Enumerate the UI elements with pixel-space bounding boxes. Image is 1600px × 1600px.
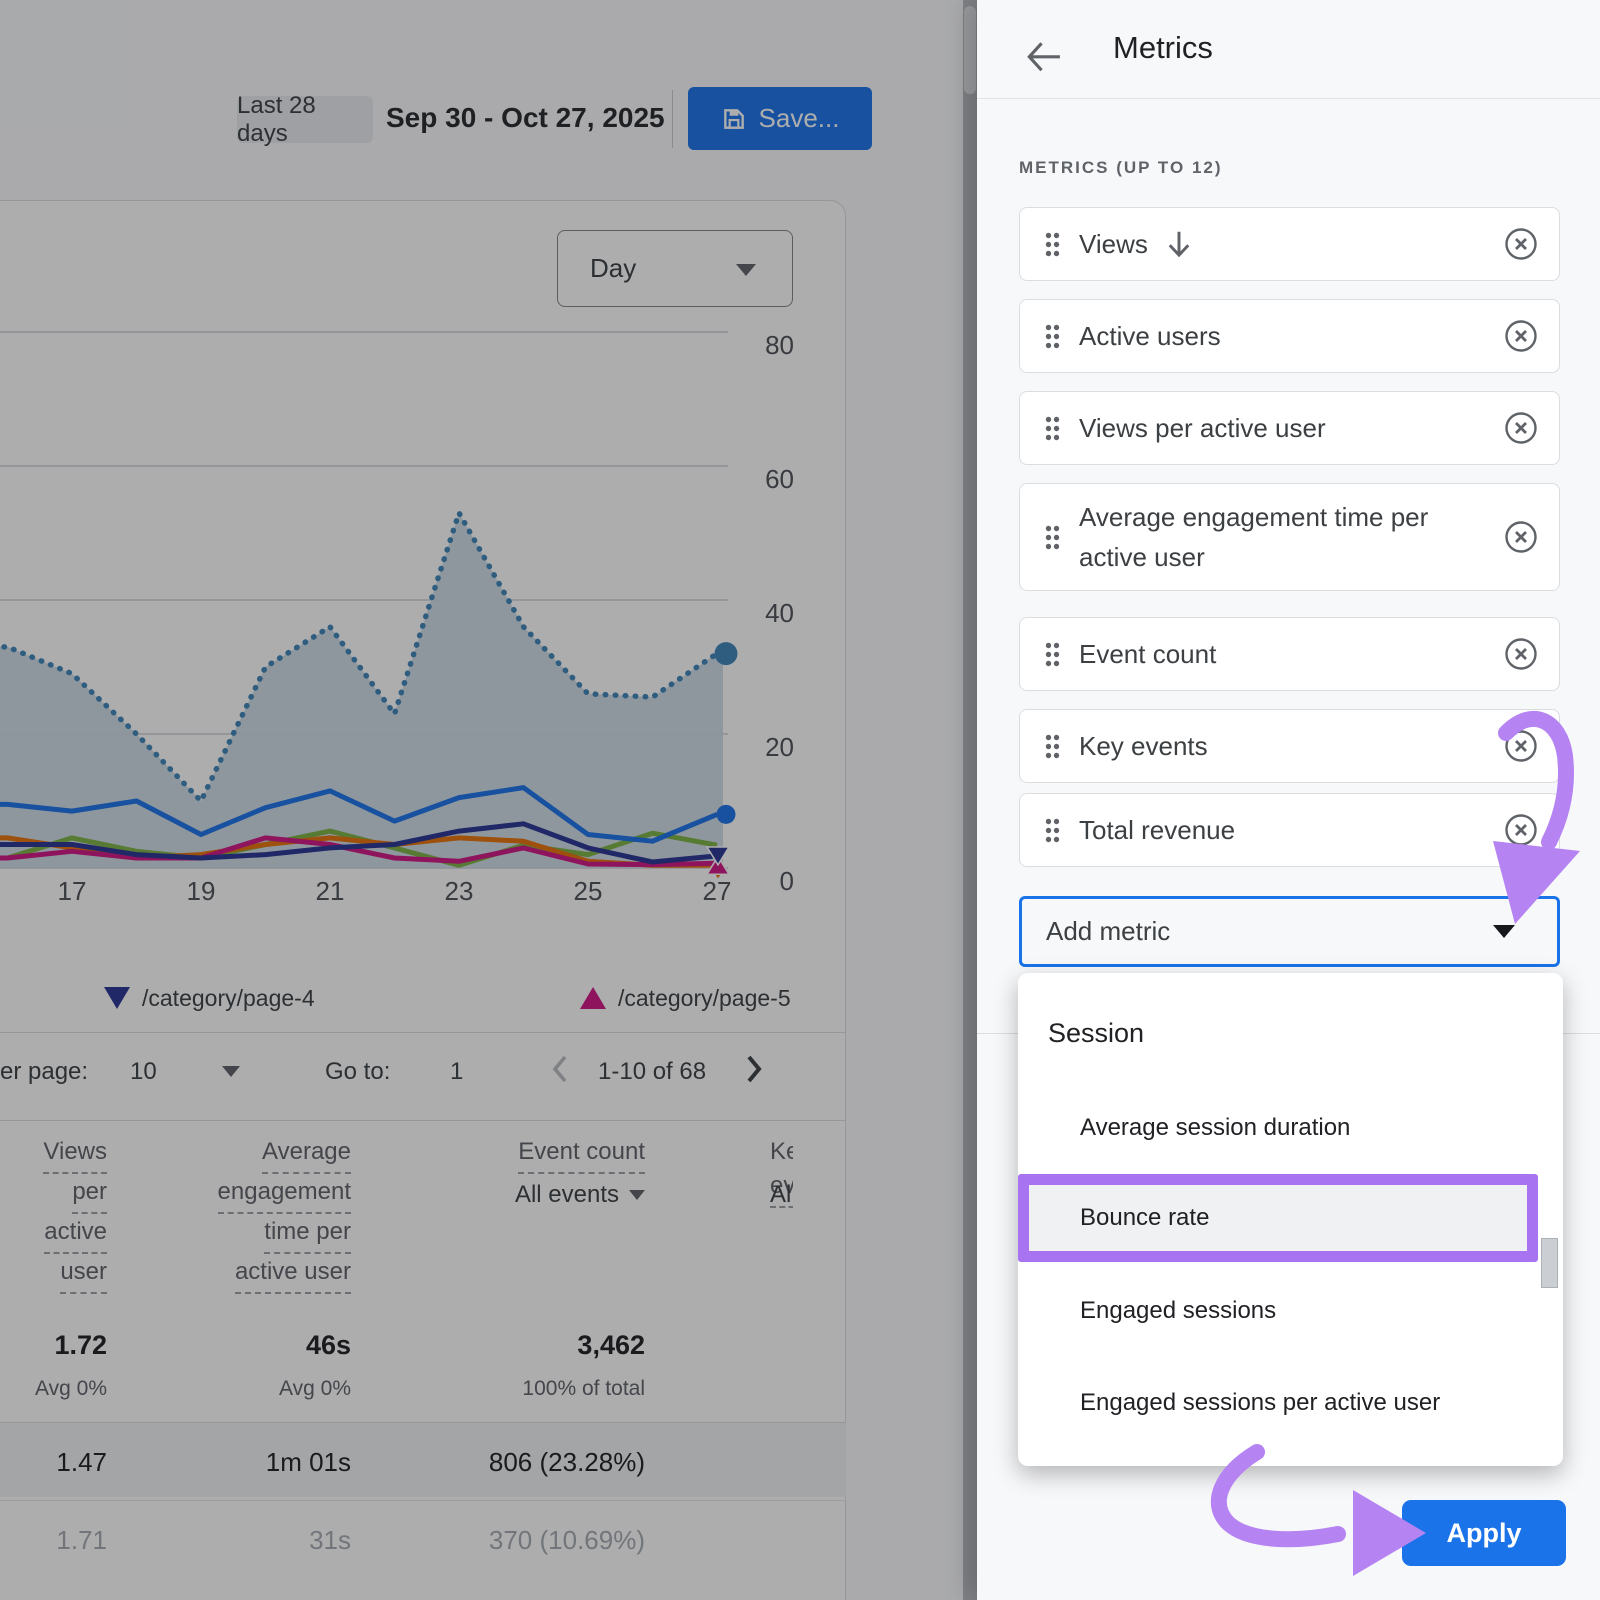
panel-title: Metrics xyxy=(1113,30,1213,66)
remove-metric-icon[interactable] xyxy=(1503,812,1539,848)
sort-descending-icon xyxy=(1164,228,1194,260)
metric-label: Total revenue xyxy=(1079,815,1235,846)
drag-handle-icon[interactable] xyxy=(1044,415,1061,442)
modal-scrim[interactable] xyxy=(0,0,977,1600)
metric-card-views[interactable]: Views xyxy=(1019,207,1560,281)
remove-metric-icon[interactable] xyxy=(1503,226,1539,262)
metric-label: Views xyxy=(1079,229,1148,260)
metric-card-avg-engagement-time[interactable]: Average engagement time per active user xyxy=(1019,483,1560,591)
dropdown-item-label: Bounce rate xyxy=(1080,1204,1209,1232)
metric-card-total-revenue[interactable]: Total revenue xyxy=(1019,793,1560,867)
drag-handle-icon[interactable] xyxy=(1044,641,1061,668)
metric-card-key-events[interactable]: Key events xyxy=(1019,709,1560,783)
metric-label: Active users xyxy=(1079,321,1221,352)
drag-handle-icon[interactable] xyxy=(1044,817,1061,844)
report-area: Last 28 days Sep 30 - Oct 27, 2025 Save.… xyxy=(0,0,977,1600)
metrics-section-label: METRICS (UP TO 12) xyxy=(1019,158,1223,178)
metric-label: Average engagement time per active user xyxy=(1079,497,1469,577)
remove-metric-icon[interactable] xyxy=(1503,410,1539,446)
scrollbar-thumb[interactable] xyxy=(1541,1238,1558,1288)
add-metric-select[interactable]: Add metric xyxy=(1019,896,1560,967)
remove-metric-icon[interactable] xyxy=(1503,318,1539,354)
metric-card-views-per-active-user[interactable]: Views per active user xyxy=(1019,391,1560,465)
dropdown-group-session: Session xyxy=(1048,1018,1144,1049)
metric-label: Event count xyxy=(1079,639,1216,670)
ga-screenshot: Last 28 days Sep 30 - Oct 27, 2025 Save.… xyxy=(0,0,1600,1600)
dropdown-item-avg-session-duration[interactable]: Average session duration xyxy=(1080,1114,1350,1142)
dropdown-item-engaged-sessions[interactable]: Engaged sessions xyxy=(1080,1297,1276,1325)
metric-card-event-count[interactable]: Event count xyxy=(1019,617,1560,691)
dropdown-item-engaged-sessions-per-active-user[interactable]: Engaged sessions per active user xyxy=(1080,1389,1440,1417)
remove-metric-icon[interactable] xyxy=(1503,636,1539,672)
metric-card-active-users[interactable]: Active users xyxy=(1019,299,1560,373)
drag-handle-icon[interactable] xyxy=(1044,733,1061,760)
remove-metric-icon[interactable] xyxy=(1503,519,1539,555)
metric-label: Views per active user xyxy=(1079,413,1326,444)
metric-label: Key events xyxy=(1079,731,1208,762)
remove-metric-icon[interactable] xyxy=(1503,728,1539,764)
chevron-down-icon xyxy=(1493,925,1515,938)
drag-handle-icon[interactable] xyxy=(1044,231,1061,258)
divider xyxy=(977,98,1600,99)
apply-button[interactable]: Apply xyxy=(1402,1500,1566,1566)
dropdown-item-bounce-rate-highlighted[interactable]: Bounce rate xyxy=(1018,1174,1538,1262)
drag-handle-icon[interactable] xyxy=(1044,524,1061,551)
drag-handle-icon[interactable] xyxy=(1044,323,1061,350)
add-metric-placeholder: Add metric xyxy=(1046,916,1170,947)
